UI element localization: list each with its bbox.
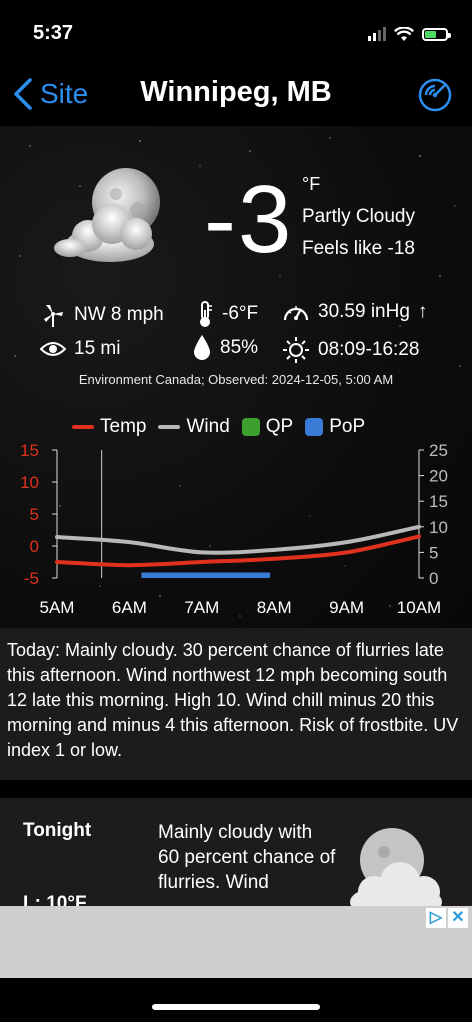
legend-qp-label: QP	[265, 416, 294, 437]
today-forecast: Today: Mainly cloudy. 30 percent chance …	[0, 628, 472, 798]
left-tick-label: 10	[20, 473, 39, 492]
water-drop-icon	[194, 335, 210, 360]
sun-metric: 08:09-16:28	[282, 336, 419, 364]
bottom-bar	[0, 978, 472, 1022]
status-bar: 5:37	[0, 0, 472, 64]
dewpoint-value: -6°F	[222, 303, 259, 324]
barometer-icon	[283, 306, 309, 321]
tonight-description: Mainly cloudy with 60 percent chance of …	[158, 822, 336, 893]
wind-value: NW 8 mph	[74, 304, 164, 325]
x-tick-label: 8AM	[257, 598, 292, 617]
dewpoint-metric: -6°F	[196, 300, 258, 328]
humidity-metric: 85%	[192, 334, 258, 362]
legend-temp-label: Temp	[100, 416, 147, 437]
x-tick-label: 10AM	[397, 598, 441, 617]
section-divider	[0, 780, 472, 798]
chart-legend: Temp Wind QP PoP	[72, 416, 365, 438]
right-tick-label: 20	[429, 467, 448, 486]
left-tick-label: 15	[20, 442, 39, 460]
pressure-value: 30.59 inHg	[318, 301, 410, 322]
tonight-forecast-row[interactable]: Tonight L: 10°F Mainly cloudy with 60 pe…	[0, 798, 472, 906]
status-time: 5:37	[33, 22, 74, 44]
x-tick-label: 9AM	[329, 598, 364, 617]
wind-metric: NW 8 mph	[40, 302, 164, 328]
observation-source: Environment Canada; Observed: 2024-12-05…	[78, 372, 394, 387]
left-tick-label: 5	[30, 505, 39, 524]
x-tick-label: 6AM	[112, 598, 147, 617]
tonight-label: Tonight	[23, 820, 92, 841]
condition-text: Partly Cloudy	[302, 206, 415, 227]
status-icons	[368, 24, 451, 44]
eye-icon	[40, 342, 66, 356]
x-tick-label: 7AM	[184, 598, 219, 617]
hourly-chart[interactable]: 15 10 5 0 -5 25 20 15 10 5 0 5AM 6AM 7AM 8AM 9AM 10AM	[0, 442, 472, 628]
page-title: Winnipeg, MB	[140, 76, 332, 108]
humidity-value: 85%	[220, 337, 259, 358]
ad-close-icon[interactable]: ✕	[448, 908, 468, 928]
right-tick-label: 25	[429, 442, 448, 460]
cellular-signal-icon	[368, 27, 386, 41]
legend-pop-label: PoP	[329, 416, 366, 437]
partly-cloudy-night-icon	[54, 168, 160, 262]
pressure-metric: 30.59 inHg ↑	[282, 300, 427, 324]
battery-icon	[422, 27, 451, 41]
right-tick-label: 15	[429, 492, 448, 511]
legend-temp: Temp	[72, 416, 146, 438]
nav-bar: Site Winnipeg, MB	[0, 64, 472, 126]
visibility-metric: 15 mi	[40, 338, 120, 360]
sun-icon	[283, 337, 309, 363]
legend-temp-swatch	[72, 425, 94, 429]
wind-turbine-icon	[44, 305, 63, 327]
x-tick-label: 5AM	[40, 598, 75, 617]
home-indicator[interactable]	[152, 1004, 320, 1010]
current-conditions-panel: -3 °F Partly Cloudy Feels like -18 NW 8 …	[0, 126, 472, 628]
ad-banner[interactable]: ▷ ✕	[0, 906, 472, 978]
current-temperature: -3	[204, 166, 294, 273]
legend-wind-label: Wind	[186, 416, 230, 437]
pressure-trend-icon: ↑	[417, 301, 428, 322]
pop-bar	[141, 572, 271, 578]
legend-pop-swatch	[305, 418, 324, 436]
thermometer-icon	[200, 301, 212, 327]
feels-like: Feels like -18	[302, 238, 415, 259]
partly-cloudy-night-icon	[350, 828, 442, 906]
left-tick-label: 0	[30, 537, 39, 556]
legend-wind-swatch	[158, 425, 181, 429]
temperature-unit: °F	[302, 174, 321, 194]
wifi-icon	[394, 26, 414, 41]
left-tick-label: -5	[24, 569, 39, 588]
legend-pop: PoP	[305, 416, 365, 438]
legend-wind: Wind	[158, 416, 230, 438]
ad-play-icon[interactable]: ▷	[426, 908, 446, 928]
radar-icon[interactable]	[418, 78, 452, 112]
legend-qp-swatch	[241, 418, 260, 436]
legend-qp: QP	[241, 416, 294, 438]
visibility-value: 15 mi	[74, 338, 121, 359]
right-tick-label: 5	[429, 543, 438, 562]
tonight-low: L: 10°F	[23, 893, 87, 906]
sunrise-sunset-value: 08:09-16:28	[318, 339, 420, 360]
today-forecast-text: Today: Mainly cloudy. 30 percent chance …	[7, 640, 459, 760]
ad-choices[interactable]: ▷ ✕	[426, 908, 468, 928]
right-tick-label: 10	[429, 518, 448, 537]
right-tick-label: 0	[429, 569, 438, 588]
